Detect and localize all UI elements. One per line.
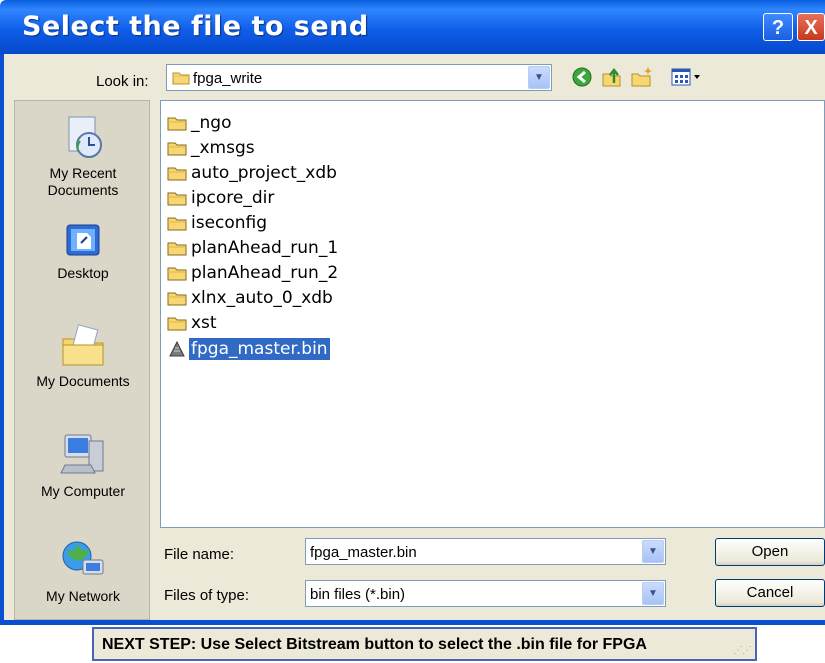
file-type-value: bin files (*.bin) [310,586,406,603]
dialog-title: Select the file to send [22,11,369,42]
list-item-selected[interactable]: fpga_master.bin [167,337,330,361]
place-my-documents[interactable]: My Documents [15,321,151,390]
place-label: Documents [47,182,119,198]
file-dialog-window: Select the file to send ? X Look in: fpg… [0,0,825,625]
back-button[interactable] [570,65,594,89]
chevron-down-icon[interactable]: ▼ [642,582,664,605]
open-button[interactable]: Open [715,538,825,566]
file-name: _ngo [191,113,232,133]
help-icon: ? [771,17,785,39]
file-type-label: Files of type: [164,587,250,604]
file-name: iseconfig [191,213,268,233]
folder-icon [167,192,187,206]
file-name: ipcore_dir [191,188,275,208]
file-name: planAhead_run_2 [191,263,339,283]
my-network-icon [62,541,104,575]
place-my-computer[interactable]: My Computer [15,431,151,500]
folder-icon [167,217,187,231]
list-item[interactable]: ipcore_dir [167,186,276,210]
place-my-recent-documents[interactable]: My Recent Documents [15,113,151,199]
place-desktop[interactable]: Desktop [15,221,151,282]
file-type-dropdown[interactable]: bin files (*.bin) ▼ [305,580,666,607]
cancel-button[interactable]: Cancel [715,579,825,607]
bin-file-icon [169,341,185,357]
new-folder-icon [631,67,652,87]
folder-icon [167,317,187,331]
place-label: Desktop [57,265,109,281]
list-item[interactable]: planAhead_run_1 [167,236,340,260]
place-label: My Documents [36,373,130,389]
list-item[interactable]: xst [167,311,219,335]
file-list: _ngo _xmsgs auto_project_xdb ipcore_dir … [160,100,825,528]
file-name-label: File name: [164,546,235,563]
resize-grip-icon[interactable]: ⋰⋰ [733,645,752,656]
file-name-value: fpga_master.bin [310,544,417,561]
file-name: fpga_master.bin [189,338,330,360]
my-computer-icon [60,434,104,474]
list-item[interactable]: auto_project_xdb [167,161,339,185]
view-menu-button[interactable] [670,65,704,89]
place-label: My Network [46,588,120,604]
back-icon [572,67,592,87]
folder-icon [172,72,190,85]
file-name: xst [191,313,217,333]
file-name: xlnx_auto_0_xdb [191,288,333,308]
file-name-input[interactable]: fpga_master.bin ▼ [305,538,666,565]
folder-icon [167,292,187,306]
place-label: My Computer [40,483,126,499]
place-label: My Recent [49,165,117,181]
up-folder-button[interactable] [600,65,624,89]
chevron-down-icon[interactable]: ▼ [528,66,550,89]
my-documents-icon [62,324,104,366]
new-folder-button[interactable] [630,65,654,89]
close-button[interactable]: X [797,13,825,41]
folder-icon [167,242,187,256]
status-bar: NEXT STEP: Use Select Bitstream button t… [92,627,757,661]
recent-documents-icon [68,116,102,158]
help-button[interactable]: ? [763,13,793,41]
list-item[interactable]: _xmsgs [167,136,257,160]
folder-icon [167,117,187,131]
up-folder-icon [602,67,621,87]
file-name: _xmsgs [191,138,255,158]
close-icon: X [804,17,818,39]
chevron-down-icon[interactable]: ▼ [642,540,664,563]
folder-icon [167,267,187,281]
look-in-value: fpga_write [193,70,263,87]
view-menu-icon [671,68,700,86]
folder-icon [167,167,187,181]
file-name: planAhead_run_1 [191,238,339,258]
file-name: auto_project_xdb [191,163,337,183]
window-border-left [0,54,4,625]
folder-icon [167,142,187,156]
look-in-dropdown[interactable]: fpga_write ▼ [166,64,552,91]
window-border-bottom [0,620,825,625]
status-text: NEXT STEP: Use Select Bitstream button t… [102,636,647,653]
list-item[interactable]: planAhead_run_2 [167,261,340,285]
look-in-label: Look in: [96,73,149,90]
list-item[interactable]: iseconfig [167,211,269,235]
title-bar[interactable]: Select the file to send ? X [0,0,825,54]
desktop-icon [66,224,100,256]
list-item[interactable]: xlnx_auto_0_xdb [167,286,335,310]
places-bar: My Recent Documents Desktop My Documents [14,100,150,620]
place-my-network[interactable]: My Network [15,536,151,605]
list-item[interactable]: _ngo [167,111,233,135]
